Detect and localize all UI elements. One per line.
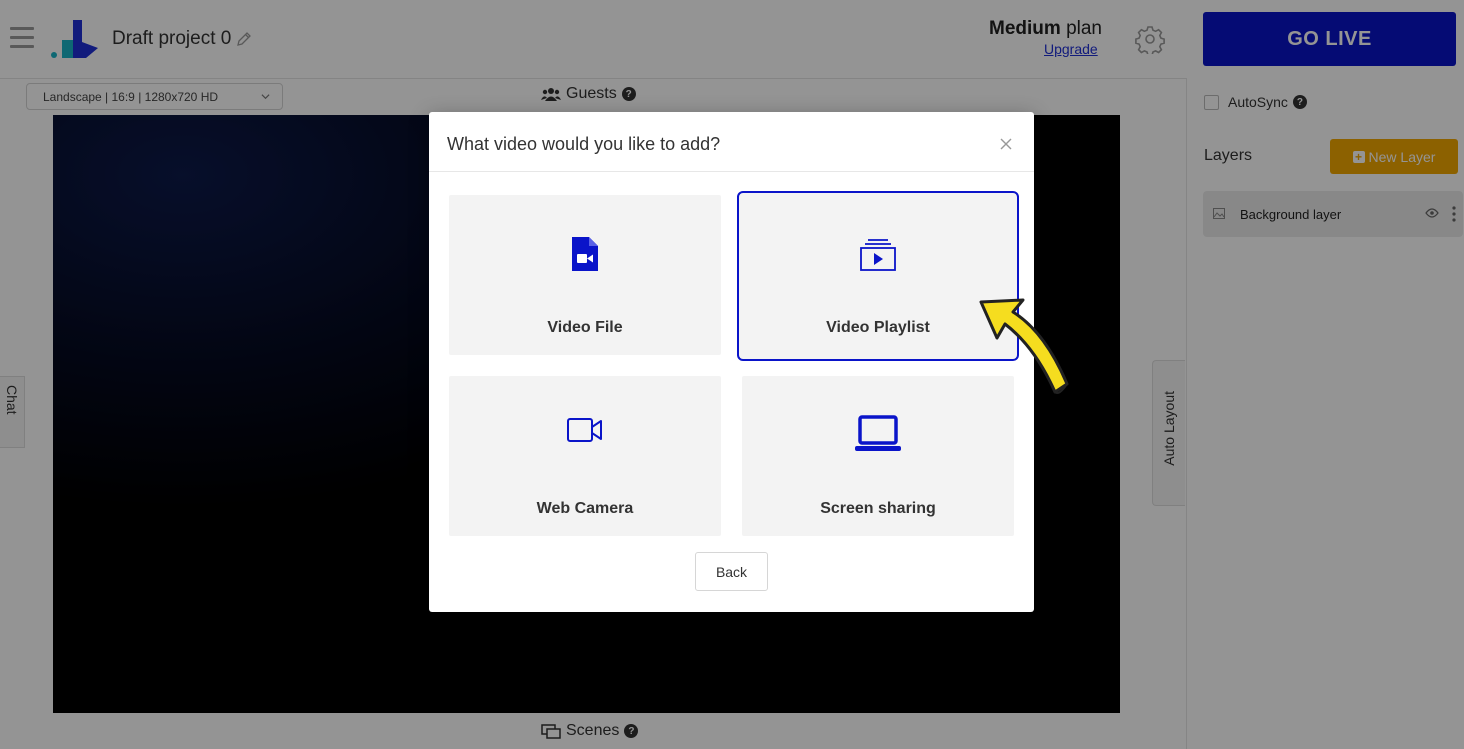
modal-divider: [429, 171, 1034, 172]
back-button[interactable]: Back: [695, 552, 768, 591]
web-camera-icon: [567, 418, 602, 442]
option-label: Web Camera: [536, 500, 634, 517]
close-icon[interactable]: [999, 137, 1013, 151]
video-file-icon: [572, 237, 598, 271]
pointer-arrow-icon: [979, 298, 1069, 394]
option-label: Video File: [547, 319, 623, 336]
option-web-camera[interactable]: Web Camera: [449, 376, 721, 536]
video-playlist-icon: [860, 239, 896, 271]
option-screen-sharing[interactable]: Screen sharing: [742, 376, 1014, 536]
option-label: Screen sharing: [820, 500, 936, 517]
add-video-modal: What video would you like to add? Video …: [429, 112, 1034, 612]
option-video-file[interactable]: Video File: [449, 195, 721, 355]
laptop-icon: [855, 415, 901, 451]
modal-title: What video would you like to add?: [447, 134, 721, 154]
